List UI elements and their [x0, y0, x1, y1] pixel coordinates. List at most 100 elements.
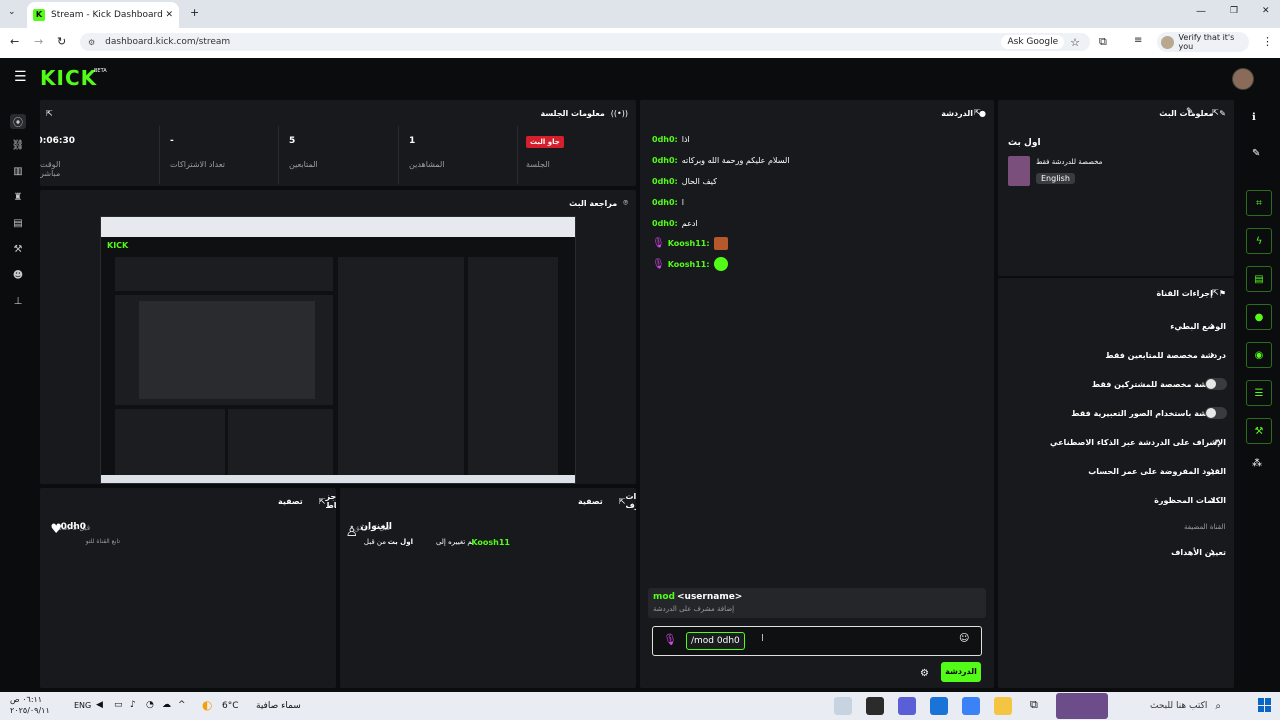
mod-action-user[interactable]: Koosh11 — [471, 538, 510, 547]
chat-user[interactable]: Koosh11: — [668, 239, 710, 248]
expand-icon[interactable]: ⇱ — [1212, 108, 1219, 117]
shortcut-clip-icon[interactable]: ⌗ — [1246, 190, 1272, 216]
chat-user[interactable]: 0dh0: — [652, 177, 678, 186]
chat-settings-icon[interactable]: ⚙ — [920, 668, 929, 679]
account-age-option[interactable]: › القيود المفروضة على عمر الحساب — [998, 460, 1234, 482]
shortcut-notes-icon[interactable]: ▤ — [1246, 266, 1272, 292]
analytics-icon[interactable]: ▥ — [10, 166, 26, 177]
reading-list-icon[interactable]: ≡ — [1134, 35, 1142, 46]
links-icon[interactable]: ⛓ — [10, 140, 26, 151]
edit-pencil-icon[interactable]: ✎ — [1186, 107, 1194, 117]
heart-icon: ♥ — [50, 522, 62, 537]
weather-text[interactable]: سماء صافية — [256, 701, 301, 711]
emoji-icon[interactable]: ☺ — [959, 633, 969, 644]
command-suggestion[interactable]: mod <username> إضافة مشرف على الدردشة — [648, 588, 986, 618]
followers-only-option[interactable]: › دردشة مخصصة للمتابعين فقط — [998, 344, 1234, 366]
slow-mode-option[interactable]: › الوضع البطيء — [998, 315, 1234, 337]
chat-user[interactable]: 0dh0: — [652, 198, 678, 207]
extensions-icon[interactable]: ⧉ — [1099, 35, 1107, 49]
shortcut-mod-icon[interactable]: ☰ — [1246, 380, 1272, 406]
chat-user[interactable]: Koosh11: — [668, 260, 710, 269]
info-icon[interactable]: ℹ — [1252, 112, 1256, 123]
expand-icon[interactable]: ⇱ — [1212, 288, 1219, 297]
app-taskbar-icon[interactable] — [898, 697, 916, 715]
battery-icon[interactable]: ▭ — [114, 700, 123, 710]
filter-button[interactable]: تصفية — [278, 497, 303, 506]
hamburger-menu-icon[interactable]: ☰ — [14, 69, 27, 85]
browser-menu-icon[interactable]: ⋮ — [1262, 35, 1273, 48]
close-window-icon[interactable]: ✕ — [1262, 6, 1270, 16]
trophy-icon[interactable]: ♜ — [10, 192, 26, 203]
shortcut-bolt-icon[interactable]: ϟ — [1246, 228, 1272, 254]
ai-moderation-option[interactable]: ↗ الإشراف على الدردشة عبر الذكاء الاصطنا… — [998, 431, 1234, 453]
kick-logo[interactable]: KICK — [40, 66, 97, 90]
expand-icon[interactable]: ⇱ — [619, 497, 626, 506]
stream-icon[interactable]: ⦿ — [10, 114, 26, 129]
verify-button[interactable]: Verify that it's you — [1157, 32, 1249, 52]
network-icon[interactable]: ◔ — [146, 700, 154, 710]
mic-icon[interactable]: 🎙 — [663, 633, 677, 646]
shortcut-live-icon[interactable]: ◉ — [1246, 342, 1272, 368]
more-icon[interactable]: ⁂ — [1252, 458, 1262, 469]
address-bar[interactable]: ⚙ dashboard.kick.com/stream Ask Google ☆ — [80, 33, 1090, 51]
tab-list-icon[interactable]: ⌄ — [8, 7, 16, 17]
stream-preview-video[interactable]: KICK — [100, 216, 576, 484]
back-icon[interactable]: ← — [10, 35, 19, 48]
cloud-icon[interactable]: ☁ — [162, 700, 171, 710]
mic-tray-icon[interactable]: ♪ — [130, 700, 136, 710]
chat-user[interactable]: 0dh0: — [652, 219, 678, 228]
subscribers-only-toggle[interactable] — [1205, 378, 1227, 390]
channel-actions-panel: إجراءات القناة ⚑ ⇱ › الوضع البطيء › دردش… — [998, 278, 1234, 688]
community-icon[interactable]: ☻ — [10, 270, 26, 281]
clock-date[interactable]: ٢٠٢٥/٠٩/١١ — [10, 706, 50, 715]
tray-overflow-icon[interactable]: ^ — [178, 700, 186, 710]
close-tab-icon[interactable]: ✕ — [165, 10, 173, 20]
chrome-taskbar-icon[interactable] — [834, 697, 852, 715]
mail-taskbar-icon[interactable] — [930, 697, 948, 715]
stat-live-time: 00:06:30 الوقت مباشر — [40, 126, 160, 184]
chat-input[interactable]: 🎙 /mod 0dh0 I ☺ — [652, 626, 982, 656]
wrench-icon[interactable]: ⚒ — [10, 244, 26, 255]
volume-icon[interactable]: ◀ — [96, 700, 103, 710]
pencil-icon[interactable]: ✎ — [1252, 148, 1260, 159]
chat-user[interactable]: 0dh0: — [652, 135, 678, 144]
new-tab-icon[interactable]: + — [190, 6, 199, 19]
search-highlight-image[interactable] — [1056, 693, 1108, 719]
task-view-icon[interactable]: ⧉ — [1030, 698, 1038, 712]
forward-icon[interactable]: → — [34, 35, 43, 48]
stat-label: تعداد الاشتراكات — [170, 160, 225, 169]
chat-user[interactable]: 0dh0: — [652, 156, 678, 165]
shortcut-wrench-icon[interactable]: ⚒ — [1246, 418, 1272, 444]
ask-google-button[interactable]: Ask Google — [1001, 35, 1065, 49]
filter-button[interactable]: تصفية — [578, 497, 603, 506]
channel-settings-icon: ⚑ — [1218, 288, 1226, 298]
app-taskbar-icon[interactable] — [866, 697, 884, 715]
monetization-icon[interactable]: ▤ — [10, 218, 26, 229]
clock-time[interactable]: ٠٦:١١ ص — [10, 695, 42, 705]
expand-icon[interactable]: ⇱ — [46, 109, 53, 118]
maximize-icon[interactable]: ❐ — [1230, 6, 1238, 16]
weather-temp[interactable]: 6°C — [222, 701, 239, 711]
chat-send-button[interactable]: الدردشة — [941, 662, 981, 682]
mic-badge-icon: 🎙 — [652, 258, 665, 270]
shortcut-chat-icon[interactable]: ● — [1246, 304, 1272, 330]
reload-icon[interactable]: ↻ — [57, 35, 66, 48]
bookmark-star-icon[interactable]: ☆ — [1070, 36, 1080, 49]
emote-only-toggle[interactable] — [1205, 407, 1227, 419]
taskbar-search[interactable]: اكتب هنا للبحث ⌕ — [1110, 693, 1250, 719]
set-goals-option[interactable]: › تعيين الأهداف — [998, 541, 1234, 563]
category-name[interactable]: مخصصة للدردشة فقط — [1036, 158, 1102, 166]
minimize-icon[interactable]: — — [1196, 6, 1206, 17]
broadcast-icon[interactable]: ⊥ — [10, 296, 26, 307]
explorer-taskbar-icon[interactable] — [994, 697, 1012, 715]
user-avatar[interactable] — [1232, 68, 1254, 90]
expand-icon[interactable]: ⇱ — [974, 108, 981, 117]
banned-words-option[interactable]: › الكلمات المحظورة — [998, 489, 1234, 511]
preview-chat — [338, 257, 464, 475]
stat-subscriptions: - تعداد الاشتراكات — [160, 126, 279, 184]
site-info-icon[interactable]: ⚙ — [88, 38, 95, 47]
windows-start-icon[interactable] — [1258, 698, 1272, 712]
browser-tab[interactable]: K Stream - Kick Dashboard ✕ — [27, 2, 179, 28]
store-taskbar-icon[interactable] — [962, 697, 980, 715]
language-indicator[interactable]: ENG — [74, 701, 91, 710]
